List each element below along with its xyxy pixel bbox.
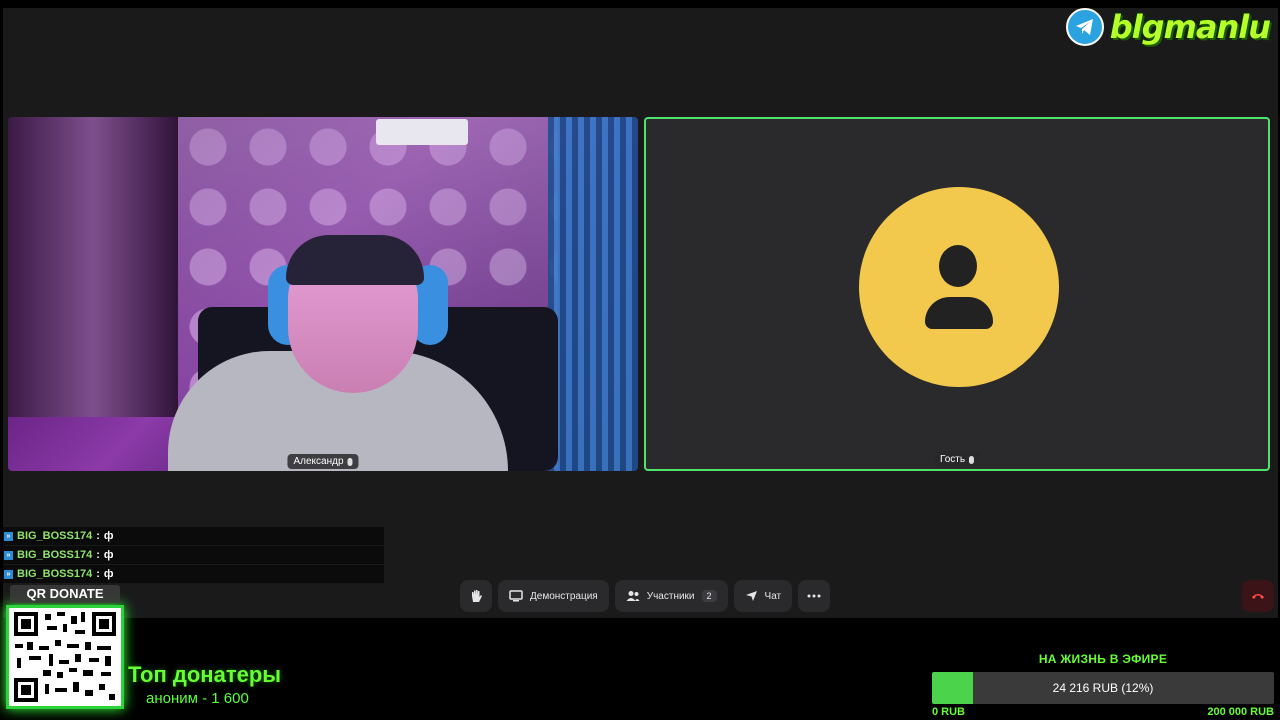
top-donors-panel: Топ донатеры аноним - 1 600 [128, 662, 281, 707]
goal-title: НА ЖИЗНЬ В ЭФИРЕ [1038, 652, 1168, 666]
more-icon [807, 594, 821, 598]
video-tile-alexander[interactable]: Александр [8, 117, 638, 471]
participant-name-tag: Александр [287, 454, 359, 469]
video-tile-guest[interactable]: Гость [644, 117, 1270, 471]
qr-donate-label: QR DONATE [10, 585, 120, 603]
goal-progress-text: 24 216 RUB (12%) [1052, 681, 1154, 695]
screen-icon [509, 590, 523, 602]
chat-message: » BIG_BOSS174 : ф [0, 546, 384, 564]
chat-username: BIG_BOSS174 [17, 530, 93, 542]
chat-text: ф [103, 568, 114, 580]
chat-badge-icon: » [4, 531, 13, 541]
chat-badge-icon: » [4, 569, 13, 579]
participant-name: Гость [939, 454, 966, 465]
chat-username: BIG_BOSS174 [17, 568, 93, 580]
chat-separator: : [96, 549, 100, 561]
participants-count-badge: 2 [701, 590, 717, 602]
mic-icon [969, 455, 975, 464]
people-icon [626, 591, 640, 601]
qr-code [6, 605, 124, 709]
more-options-button[interactable] [798, 580, 831, 612]
screenshare-button[interactable]: Демонстрация [498, 580, 609, 612]
top-donors-title: Топ донатеры [128, 662, 282, 687]
participant-name-tag: Гость [933, 452, 981, 467]
goal-progress-bar: 24 216 RUB (12%) [932, 672, 1274, 704]
background-door [8, 117, 178, 417]
raise-hand-button[interactable] [460, 580, 492, 612]
qr-donate-panel: QR DONATE [6, 585, 124, 713]
goal-min-label: 0 RUB [932, 706, 966, 718]
chat-separator: : [96, 568, 100, 580]
phone-hangup-icon [1252, 594, 1264, 599]
background-curtain [548, 117, 638, 471]
goal-max-label: 200 000 RUB [1207, 706, 1274, 718]
participant-name: Александр [293, 456, 344, 467]
telegram-icon [1065, 8, 1104, 46]
chat-text: ф [103, 530, 114, 542]
chat-text: ф [103, 549, 114, 561]
mic-icon [347, 457, 353, 466]
call-controls: Демонстрация Участники 2 Чат [460, 580, 831, 612]
top-donor-entry: аноним - 1 600 [146, 690, 249, 707]
user-icon [939, 245, 977, 287]
goal-range: 0 RUB 200 000 RUB [932, 706, 1274, 718]
qr-pattern [14, 612, 116, 702]
chat-separator: : [96, 530, 100, 542]
participants-button[interactable]: Участники 2 [614, 580, 728, 612]
brand-name: blgmanlu [1109, 8, 1271, 46]
hand-icon [472, 590, 482, 602]
chat-badge-icon: » [4, 550, 13, 560]
chat-label: Чат [764, 590, 782, 602]
chat-message: » BIG_BOSS174 : ф [0, 527, 384, 545]
send-icon [745, 591, 757, 601]
chat-message: » BIG_BOSS174 : ф [0, 565, 384, 583]
hangup-button[interactable] [1242, 580, 1274, 612]
chat-button[interactable]: Чат [733, 580, 793, 612]
chat-overlay: » BIG_BOSS174 : ф » BIG_BOSS174 : ф » BI… [0, 527, 384, 584]
donation-goal-widget: НА ЖИЗНЬ В ЭФИРЕ 24 216 RUB (12%) 0 RUB … [932, 652, 1274, 718]
participant-video [168, 235, 508, 471]
screenshare-label: Демонстрация [530, 590, 598, 602]
participants-label: Участники [646, 590, 695, 602]
air-conditioner [376, 119, 468, 145]
brand-logo: blgmanlu [1065, 8, 1271, 46]
chat-username: BIG_BOSS174 [17, 549, 93, 561]
avatar [859, 187, 1059, 387]
